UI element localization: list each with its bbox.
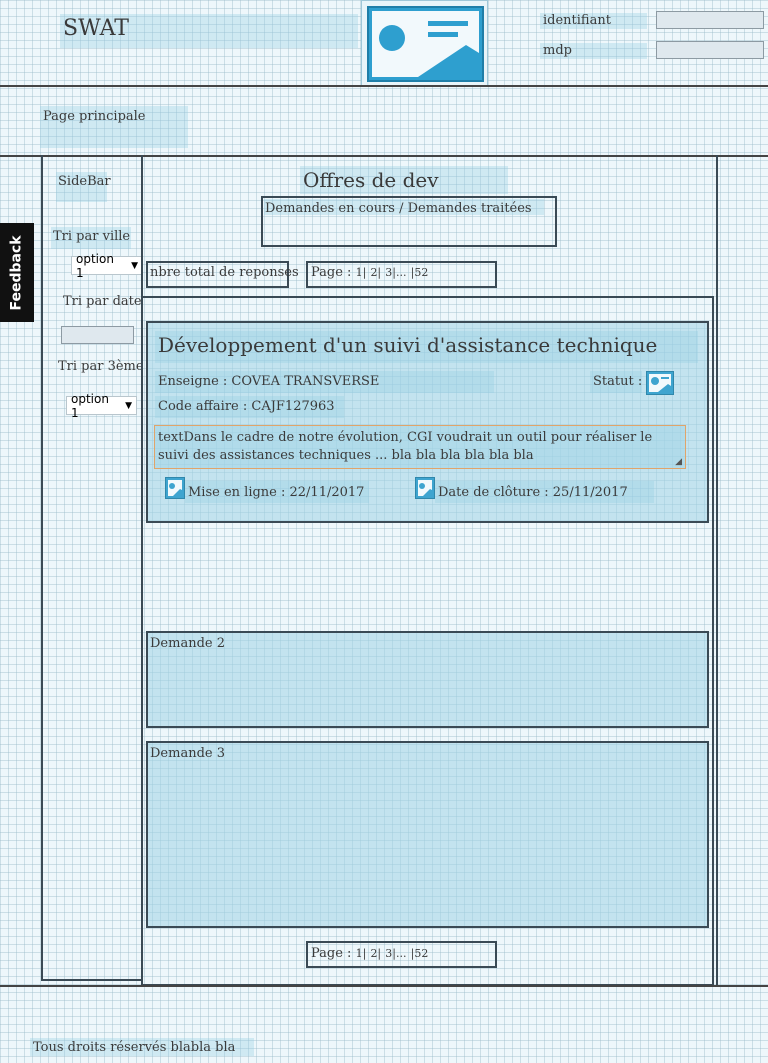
app-title: SWAT	[63, 16, 129, 41]
calendar-image-icon	[165, 477, 185, 499]
page-link-3[interactable]: 3|...	[385, 266, 406, 279]
pagination-prefix: Page :	[311, 946, 356, 961]
offer-code: Code affaire : CAJF127963	[158, 399, 335, 414]
header-divider	[0, 85, 768, 87]
footer-divider	[0, 985, 768, 987]
filter-city-select[interactable]: option 1 ▼	[71, 252, 143, 280]
image-placeholder-icon	[367, 6, 484, 82]
pagination-top-row: Page : 1| 2| 3|... |52	[311, 265, 428, 280]
login-input[interactable]	[656, 11, 764, 29]
offer-brand: Enseigne : COVEA TRANSVERSE	[158, 374, 380, 389]
offer-closing-date: Date de clôture : 25/11/2017	[438, 485, 628, 500]
logo-placeholder	[361, 0, 488, 86]
request-card-3[interactable]	[146, 741, 709, 928]
total-count-label: nbre total de reponses	[150, 265, 299, 280]
sidebar-title: SideBar	[58, 174, 111, 189]
dropdown-arrow-icon: ▼	[131, 260, 138, 271]
request-card-3-title: Demande 3	[150, 746, 225, 761]
status-image-icon	[646, 371, 674, 395]
filter-date-label: Tri par date	[63, 294, 142, 309]
request-tabs-label[interactable]: Demandes en cours / Demandes traitées	[265, 201, 532, 216]
footer-copyright: Tous droits réservés blabla bla	[33, 1040, 236, 1055]
calendar-image-icon	[415, 477, 435, 499]
filter-city-label: Tri par ville	[53, 229, 131, 244]
page-link-3[interactable]: 3|...	[385, 947, 406, 960]
filter-date-input[interactable]	[61, 326, 134, 344]
page-link-1[interactable]: 1|	[356, 266, 367, 279]
pagination-prefix: Page :	[311, 265, 356, 280]
pagination-bottom-row: Page : 1| 2| 3|... |52	[311, 946, 428, 961]
password-input[interactable]	[656, 41, 764, 59]
resize-handle-icon: ◢	[675, 457, 682, 467]
offer-status-label: Statut :	[593, 374, 643, 389]
main-title: Offres de dev	[303, 168, 439, 192]
feedback-tab[interactable]: Feedback	[0, 223, 34, 322]
filter-third-label: Tri par 3ème	[58, 359, 144, 374]
offer-description[interactable]: textDans le cadre de notre évolution, CG…	[154, 425, 686, 469]
offer-description-text: textDans le cadre de notre évolution, CG…	[158, 430, 653, 463]
request-card-2-title: Demande 2	[150, 636, 225, 651]
dropdown-arrow-icon: ▼	[125, 400, 132, 411]
password-label: mdp	[543, 43, 572, 58]
filter-city-value: option 1	[76, 251, 114, 280]
request-card-2[interactable]	[146, 631, 709, 728]
page-link-1[interactable]: 1|	[356, 947, 367, 960]
offer-title: Développement d'un suivi d'assistance te…	[158, 333, 658, 357]
login-label: identifiant	[543, 13, 611, 28]
feedback-label: Feedback	[9, 234, 25, 311]
page-link-last[interactable]: |52	[411, 947, 429, 960]
filter-third-value: option 1	[71, 391, 109, 420]
offer-online-date: Mise en ligne : 22/11/2017	[188, 485, 365, 500]
page-link-2[interactable]: 2|	[370, 266, 381, 279]
filter-third-select[interactable]: option 1 ▼	[66, 392, 137, 420]
page-link-2[interactable]: 2|	[370, 947, 381, 960]
home-link[interactable]: Page principale	[43, 109, 146, 124]
page-link-last[interactable]: |52	[411, 266, 429, 279]
